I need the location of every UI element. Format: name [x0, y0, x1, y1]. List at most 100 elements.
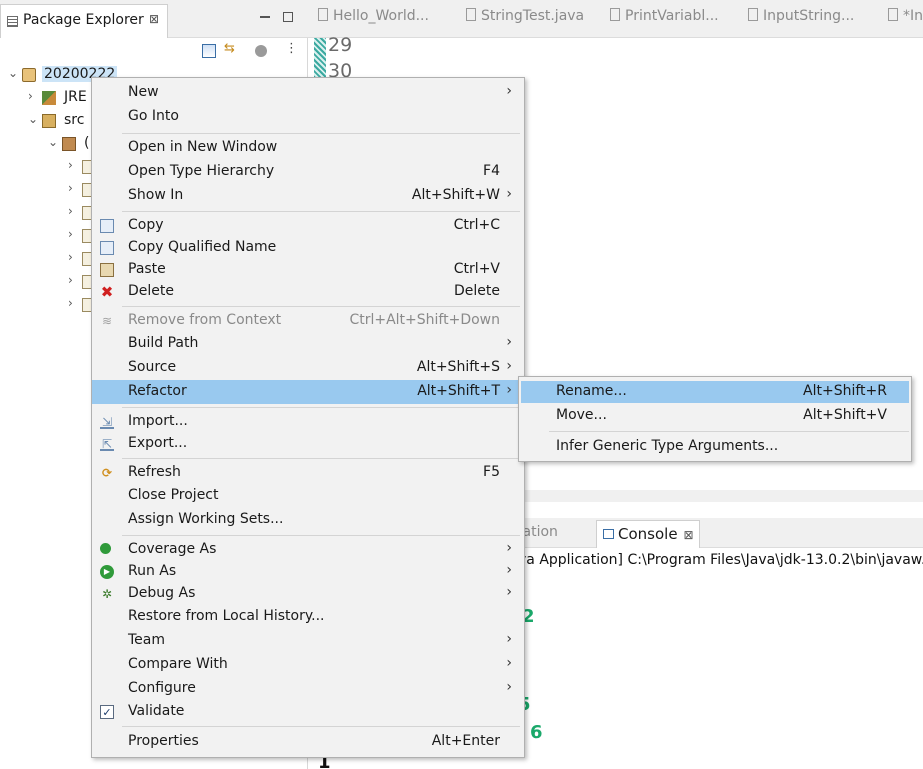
chevron-right-icon[interactable]: ›	[68, 250, 80, 264]
chevron-right-icon[interactable]: ›	[68, 296, 80, 310]
menu-item-run-as[interactable]: ▶ Run As ›	[92, 561, 524, 583]
menu-item-shortcut: Alt+Shift+T	[417, 383, 500, 399]
checkbox-icon: ✓	[100, 705, 114, 719]
menu-item-configure[interactable]: Configure ›	[92, 678, 524, 700]
menu-item-validate[interactable]: ✓ Validate	[92, 701, 524, 723]
menu-item-import[interactable]: ⇲ Import...	[92, 411, 524, 433]
menu-item-infer-generic-type-arguments[interactable]: Infer Generic Type Arguments...	[521, 436, 909, 458]
link-with-editor-icon[interactable]: ⇆	[224, 41, 238, 56]
chevron-right-icon[interactable]: ›	[28, 89, 40, 103]
menu-item-label: Properties	[128, 733, 199, 749]
menu-item-label: Refresh	[128, 464, 181, 480]
java-project-icon	[22, 68, 36, 82]
editor-tab[interactable]: StringTest.java	[466, 8, 584, 34]
console-icon	[603, 529, 614, 539]
editor-tab[interactable]: *In	[888, 8, 923, 34]
console-output-line: 6	[530, 722, 543, 743]
menu-item-go-into[interactable]: Go Into	[92, 106, 524, 128]
menu-item-team[interactable]: Team ›	[92, 630, 524, 652]
menu-item-label: Open Type Hierarchy	[128, 163, 275, 179]
menu-item-export[interactable]: ⇱ Export...	[92, 433, 524, 455]
menu-item-label: Debug As	[128, 585, 196, 601]
menu-item-move[interactable]: Move... Alt+Shift+V	[521, 405, 909, 427]
close-icon[interactable]: ⊠	[684, 528, 694, 542]
java-file-icon	[748, 8, 758, 21]
menu-item-refactor[interactable]: Refactor Alt+Shift+T ›	[92, 380, 524, 404]
menu-item-rename[interactable]: Rename... Alt+Shift+R	[521, 381, 909, 403]
menu-item-coverage-as[interactable]: Coverage As ›	[92, 539, 524, 561]
menu-item-properties[interactable]: Properties Alt+Enter	[92, 731, 524, 753]
chevron-right-icon: ›	[506, 631, 512, 647]
menu-item-restore-local-history[interactable]: Restore from Local History...	[92, 606, 524, 628]
menu-item-refresh[interactable]: ⟳ Refresh F5	[92, 462, 524, 484]
import-icon: ⇲	[100, 415, 114, 429]
menu-item-new[interactable]: New ›	[92, 82, 524, 104]
chevron-down-icon[interactable]: ⌄	[8, 66, 20, 80]
chevron-right-icon[interactable]: ›	[68, 273, 80, 287]
menu-item-shortcut: Ctrl+Alt+Shift+Down	[349, 312, 500, 328]
menu-separator	[122, 133, 520, 134]
menu-item-build-path[interactable]: Build Path ›	[92, 333, 524, 355]
tab-console[interactable]: Console ⊠	[596, 520, 700, 548]
collapse-all-icon[interactable]	[202, 44, 216, 58]
menu-separator	[122, 458, 520, 459]
chevron-right-icon[interactable]: ›	[68, 181, 80, 195]
menu-separator	[122, 211, 520, 212]
library-icon	[42, 91, 56, 105]
menu-item-show-in[interactable]: Show In Alt+Shift+W ›	[92, 185, 524, 207]
menu-item-open-type-hierarchy[interactable]: Open Type Hierarchy F4	[92, 161, 524, 183]
chevron-right-icon: ›	[506, 584, 512, 600]
menu-item-label: Delete	[128, 283, 174, 299]
chevron-down-icon[interactable]: ⌄	[28, 112, 40, 126]
package-explorer-title: Package Explorer	[23, 12, 144, 28]
menu-item-copy[interactable]: Copy Ctrl+C	[92, 215, 524, 237]
menu-item-source[interactable]: Source Alt+Shift+S ›	[92, 357, 524, 379]
package-explorer-tab[interactable]: Package Explorer ⊠	[0, 4, 168, 38]
menu-item-label: Assign Working Sets...	[128, 511, 284, 527]
menu-item-close-project[interactable]: Close Project	[92, 485, 524, 507]
maximize-icon[interactable]	[283, 12, 293, 22]
minimize-icon[interactable]	[260, 12, 270, 18]
menu-item-label: Build Path	[128, 335, 199, 351]
menu-item-label: Export...	[128, 435, 188, 451]
menu-item-assign-working-sets[interactable]: Assign Working Sets...	[92, 509, 524, 531]
menu-item-shortcut: Ctrl+V	[453, 261, 500, 277]
menu-item-label: Copy	[128, 217, 164, 233]
editor-tab[interactable]: Hello_World...	[318, 8, 429, 34]
menu-item-paste[interactable]: Paste Ctrl+V	[92, 259, 524, 281]
menu-item-compare-with[interactable]: Compare With ›	[92, 654, 524, 676]
menu-item-open-in-new-window[interactable]: Open in New Window	[92, 137, 524, 159]
menu-item-delete[interactable]: ✖ Delete Delete	[92, 281, 524, 303]
chevron-right-icon[interactable]: ›	[68, 227, 80, 241]
menu-item-label: Remove from Context	[128, 312, 282, 328]
close-icon[interactable]: ⊠	[149, 12, 159, 26]
menu-item-label: Copy Qualified Name	[128, 239, 277, 255]
chevron-down-icon[interactable]: ⌄	[48, 135, 60, 149]
view-menu-icon[interactable]: ⋮	[285, 41, 299, 56]
menu-item-copy-qualified-name[interactable]: Copy Qualified Name	[92, 237, 524, 259]
menu-item-shortcut: Alt+Shift+W	[411, 187, 500, 203]
console-tab-label: Console	[618, 525, 678, 543]
delete-icon: ✖	[100, 283, 114, 301]
context-menu: New › Go Into Open in New Window Open Ty…	[91, 77, 525, 758]
chevron-right-icon: ›	[506, 186, 512, 202]
editor-tab[interactable]: PrintVariabl...	[610, 8, 719, 34]
menu-item-debug-as[interactable]: ✲ Debug As ›	[92, 583, 524, 605]
menu-item-shortcut: Alt+Enter	[431, 733, 500, 749]
refresh-icon: ⟳	[101, 466, 113, 480]
menu-separator	[122, 726, 520, 727]
chevron-right-icon: ›	[506, 334, 512, 350]
menu-item-label: Open in New Window	[128, 139, 278, 155]
chevron-right-icon: ›	[506, 382, 512, 398]
chevron-right-icon[interactable]: ›	[68, 204, 80, 218]
annotation-ruler	[314, 38, 326, 78]
menu-item-remove-from-context: ≋ Remove from Context Ctrl+Alt+Shift+Dow…	[92, 310, 524, 332]
editor-tab[interactable]: InputString...	[748, 8, 854, 34]
src-label: src	[64, 112, 85, 128]
menu-item-label: Go Into	[128, 108, 179, 124]
filter-icon[interactable]	[255, 45, 267, 57]
chevron-right-icon: ›	[506, 83, 512, 99]
java-file-icon	[610, 8, 620, 21]
run-icon: ▶	[100, 565, 114, 579]
chevron-right-icon[interactable]: ›	[68, 158, 80, 172]
